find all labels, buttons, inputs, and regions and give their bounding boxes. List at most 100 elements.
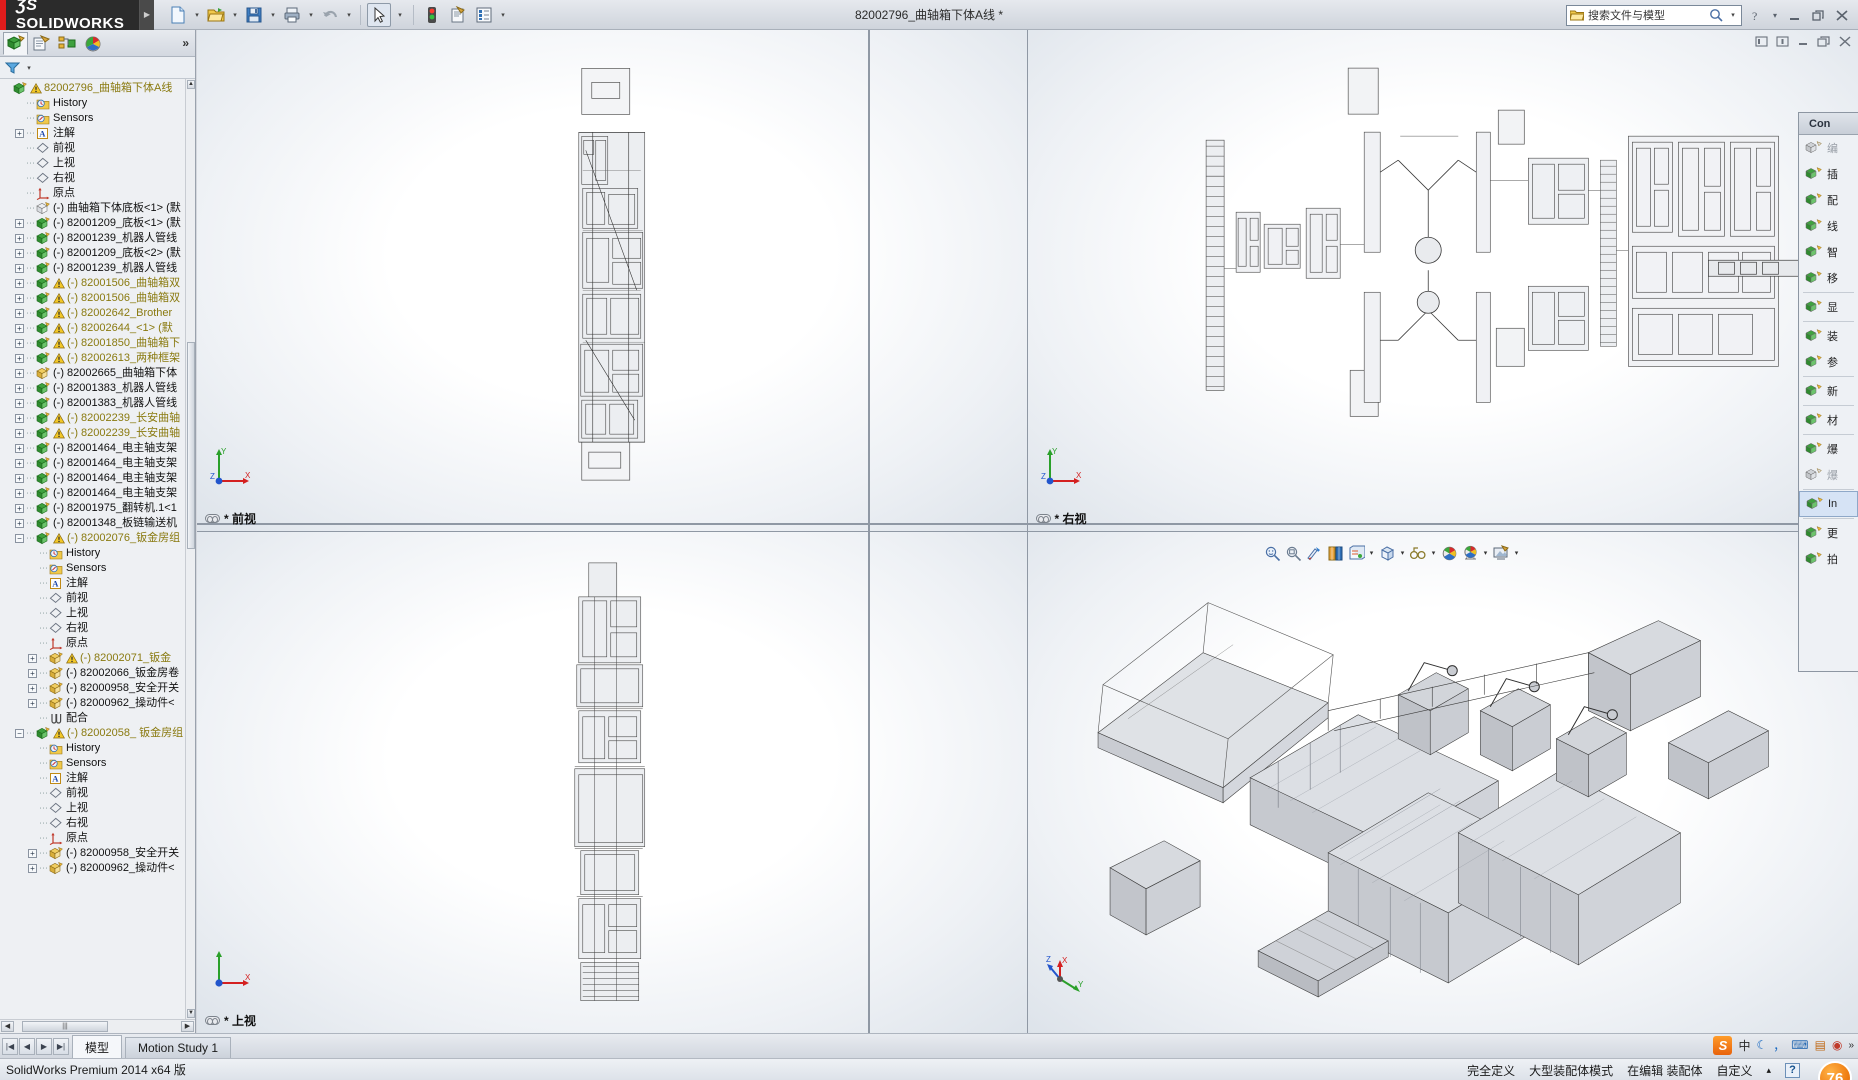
tree-expander-toggle[interactable]: + <box>15 459 24 468</box>
tree-expander-toggle[interactable]: − <box>15 534 24 543</box>
feature-tree-item[interactable]: ⋯ 原点 <box>0 186 185 201</box>
feature-tree[interactable]: 82002796_曲轴箱下体A线 ⋯ History ⋯ Sensors + ⋯ A 注解 ⋯ 前视… <box>0 79 185 1019</box>
feature-tree-item[interactable]: ⋯ 原点 <box>0 831 185 846</box>
flyout-item-smart-fasteners[interactable]: 智 <box>1799 239 1858 265</box>
feature-tree-item[interactable]: + ⋯ (-) 82001209_底板<2> (默 <box>0 246 185 261</box>
hscroll-thumb[interactable]: ||| <box>22 1021 108 1032</box>
flyout-item-take-snapshot[interactable]: 拍 <box>1799 546 1858 572</box>
flyout-item-bill-of-materials[interactable]: 材 <box>1799 407 1858 433</box>
status-customize[interactable]: 自定义 <box>1716 1062 1752 1079</box>
feature-tree-item[interactable]: ⋯ 前视 <box>0 141 185 156</box>
tab-next-button[interactable]: ▶ <box>36 1038 52 1055</box>
assembly-command-flyout[interactable]: Con 编插配线智移显装参新材爆爆 In 更拍 <box>1798 112 1858 672</box>
minimize-button[interactable] <box>1784 5 1804 25</box>
solidworks-logo[interactable]: ƷS SOLIDWORKS <box>0 0 140 32</box>
new-document-button[interactable] <box>166 3 190 27</box>
undo-button[interactable] <box>318 3 342 27</box>
solidworks-tray-icon[interactable]: S <box>1713 1035 1733 1055</box>
ime-toolbox-icon[interactable]: ▤ <box>1815 1038 1826 1052</box>
flyout-item-show-hidden[interactable]: 显 <box>1799 294 1858 320</box>
view-settings-caret[interactable]: ▾ <box>1482 549 1490 557</box>
feature-tree-item[interactable]: + ⋯ (-) 82001209_底板<1> (默 <box>0 216 185 231</box>
flyout-item-exploded-view[interactable]: 爆 <box>1799 436 1858 462</box>
hide-show-button[interactable] <box>1378 544 1397 563</box>
property-manager-tab[interactable] <box>29 32 54 55</box>
zoom-to-area-button[interactable] <box>1284 544 1303 563</box>
open-document-button[interactable] <box>204 3 228 27</box>
tab-model[interactable]: 模型 <box>72 1035 123 1058</box>
feature-tree-item[interactable]: + ⋯ (-) 82002066_钣金房卷 <box>0 666 185 681</box>
ime-expand-icon[interactable]: » <box>1848 1040 1854 1051</box>
save-document-button[interactable] <box>242 3 266 27</box>
feature-tree-item[interactable]: ⋯ 前视 <box>0 591 185 606</box>
tab-prev-button[interactable]: ◀ <box>19 1038 35 1055</box>
tree-expander-toggle[interactable]: + <box>15 414 24 423</box>
hide-show-caret[interactable]: ▾ <box>1399 549 1407 557</box>
feature-tree-item[interactable]: − ⋯ (-) 82002076_钣金房组 <box>0 531 185 546</box>
feature-tree-item[interactable]: + ⋯ (-) 82001239_机器人管线 <box>0 231 185 246</box>
viewport-top[interactable]: X * 上视 <box>197 531 1028 1033</box>
tree-expander-toggle[interactable]: + <box>15 234 24 243</box>
tree-expander-toggle[interactable]: + <box>15 324 24 333</box>
view-orientation-button[interactable] <box>1326 544 1345 563</box>
restore-split-left-button[interactable] <box>1754 34 1768 48</box>
tree-expander-toggle[interactable]: − <box>15 729 24 738</box>
feature-tree-item[interactable]: + ⋯ (-) 82002644_<1> (默 <box>0 321 185 336</box>
edit-appearance-caret[interactable]: ▾ <box>1430 549 1438 557</box>
tree-expander-toggle[interactable]: + <box>15 219 24 228</box>
feature-tree-item[interactable]: + ⋯ (-) 82001464_电主轴支架 <box>0 441 185 456</box>
status-help-button[interactable]: ? <box>1785 1062 1800 1078</box>
feature-tree-item[interactable]: + ⋯ (-) 82002239_长安曲轴 <box>0 426 185 441</box>
tree-expander-toggle[interactable]: + <box>15 354 24 363</box>
manager-tabs-overflow[interactable]: » <box>182 36 189 50</box>
feature-tree-item[interactable]: ⋯ A 注解 <box>0 576 185 591</box>
tree-expander-toggle[interactable]: + <box>15 309 24 318</box>
feature-tree-item[interactable]: + ⋯ (-) 82000962_操动件< <box>0 696 185 711</box>
tree-expander-toggle[interactable]: + <box>15 264 24 273</box>
feature-tree-item[interactable]: + ⋯ (-) 82001975_翻转机.1<1 <box>0 501 185 516</box>
tab-motion-study[interactable]: Motion Study 1 <box>125 1037 232 1058</box>
tree-expander-toggle[interactable]: + <box>15 249 24 258</box>
display-style-button[interactable] <box>1347 544 1366 563</box>
feature-tree-item[interactable]: ⋯ History <box>0 96 185 111</box>
feature-tree-item[interactable]: ⋯ 右视 <box>0 621 185 636</box>
feature-tree-item[interactable]: + ⋯ (-) 82002665_曲轴箱下体 <box>0 366 185 381</box>
feature-tree-item[interactable]: ⋯ (-) 曲轴箱下体底板<1> (默 <box>0 201 185 216</box>
filter-icon[interactable] <box>5 61 20 75</box>
tree-vertical-scrollbar[interactable]: ▲ ▼ <box>185 79 195 1019</box>
flyout-item-update-speedpak[interactable]: 更 <box>1799 520 1858 546</box>
feature-tree-item[interactable]: ⋯ 配合 <box>0 711 185 726</box>
tree-expander-toggle[interactable]: + <box>28 849 37 858</box>
ime-moon-icon[interactable]: ☾ <box>1757 1038 1768 1052</box>
feature-tree-item[interactable]: ⋯ A 注解 <box>0 771 185 786</box>
search-dropdown-caret[interactable]: ▾ <box>1728 11 1738 19</box>
zoom-to-fit-button[interactable] <box>1263 544 1282 563</box>
feature-tree-item[interactable]: ⋯ 上视 <box>0 606 185 621</box>
feature-tree-item[interactable]: ⋯ 前视 <box>0 786 185 801</box>
flyout-item-linear-pattern[interactable]: 线 <box>1799 213 1858 239</box>
viewport-iso[interactable]: ▾ ▾ ▾ ▾ ▾ Z X Y <box>1027 531 1858 1033</box>
tree-expander-toggle[interactable]: + <box>15 504 24 513</box>
feature-tree-item[interactable]: − ⋯ (-) 82002058_ 钣金房组 <box>0 726 185 741</box>
hscroll-right-arrow[interactable]: ▶ <box>181 1021 194 1032</box>
hscroll-left-arrow[interactable]: ◀ <box>1 1021 14 1032</box>
feature-tree-item[interactable]: ⋯ 上视 <box>0 156 185 171</box>
section-view-button[interactable] <box>1305 544 1324 563</box>
toolbox-button[interactable] <box>472 3 496 27</box>
feature-tree-item[interactable]: + ⋯ (-) 82001506_曲轴箱双 <box>0 276 185 291</box>
feature-tree-item[interactable]: + ⋯ (-) 82002642_Brother <box>0 306 185 321</box>
viewport-right[interactable]: Y X Z * 右视 <box>1027 30 1858 532</box>
scroll-up-arrow[interactable]: ▲ <box>187 80 195 89</box>
toolbox-caret[interactable]: ▾ <box>498 11 508 19</box>
feature-tree-item[interactable]: + ⋯ (-) 82000958_安全开关 <box>0 681 185 696</box>
feature-tree-item[interactable]: + ⋯ (-) 82001850_曲轴箱下 <box>0 336 185 351</box>
ime-punctuation-icon[interactable]: ， <box>1773 1037 1785 1054</box>
save-document-caret[interactable]: ▾ <box>268 11 278 19</box>
apply-scene-button[interactable] <box>1440 544 1459 563</box>
tree-expander-toggle[interactable]: + <box>15 369 24 378</box>
tree-expander-toggle[interactable]: + <box>28 669 37 678</box>
viewport-horizontal-splitter[interactable] <box>197 523 1858 526</box>
feature-tree-item[interactable]: + ⋯ A 注解 <box>0 126 185 141</box>
viewport-vertical-splitter[interactable] <box>868 30 871 1033</box>
feature-tree-item[interactable]: + ⋯ (-) 82001383_机器人管线 <box>0 381 185 396</box>
